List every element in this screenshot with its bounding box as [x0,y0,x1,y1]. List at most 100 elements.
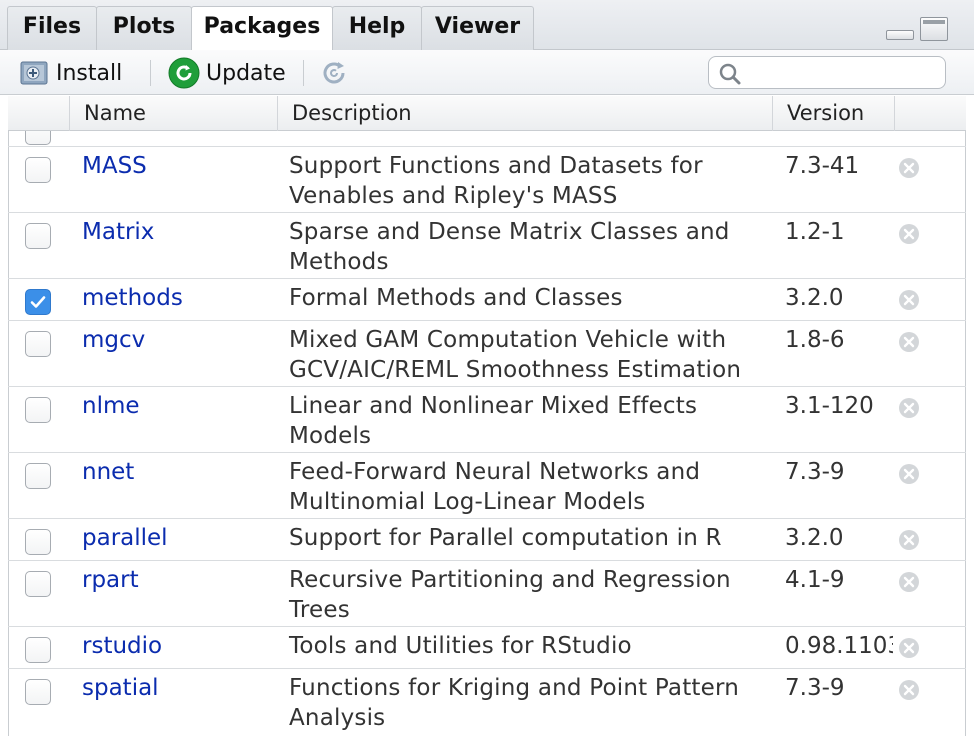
remove-icon[interactable] [898,331,920,353]
header-checkbox-column [8,96,69,131]
table-row: Matrix Sparse and Dense Matrix Classes a… [8,213,966,279]
package-version: 4.1-9 [785,567,845,593]
table-row: rstudio Tools and Utilities for RStudio … [8,627,966,669]
package-description: Mixed GAM Computation Vehicle with [289,327,727,353]
packages-toolbar: Install Update [0,50,974,95]
package-checkbox[interactable] [25,157,51,183]
package-description: Tools and Utilities for RStudio [289,633,632,659]
package-checkbox[interactable] [25,571,51,597]
table-row: rpart Recursive Partitioning and Regress… [8,561,966,627]
table-row [8,131,966,147]
header-version[interactable]: Version [772,96,894,131]
remove-icon[interactable] [898,637,920,659]
table-row: parallel Support for Parallel computatio… [8,519,966,561]
search-icon [719,63,741,85]
table-header: Name Description Version [8,96,966,131]
tab-help[interactable]: Help [332,6,422,50]
tab-files[interactable]: Files [7,6,97,50]
remove-icon[interactable] [898,529,920,551]
package-version: 3.2.0 [785,525,844,551]
package-name-link[interactable]: parallel [82,523,168,553]
remove-icon[interactable] [898,397,920,419]
package-version: 0.98.1103 [785,633,893,659]
header-description[interactable]: Description [277,96,772,131]
update-icon [168,57,200,89]
package-version: 3.1-120 [785,393,874,419]
package-description: Functions for Kriging and Point Pattern [289,675,740,701]
package-description: Analysis [289,705,386,731]
package-description: Linear and Nonlinear Mixed Effects [289,393,698,419]
package-description: Recursive Partitioning and Regression [289,567,731,593]
package-description: Support Functions and Datasets for [289,153,703,179]
package-version: 1.8-6 [785,327,845,353]
header-name[interactable]: Name [69,96,277,131]
package-description: Feed-Forward Neural Networks and [289,459,701,485]
tab-packages[interactable]: Packages [191,6,333,51]
package-version: 3.2.0 [785,285,844,311]
package-name-link[interactable]: rstudio [82,631,162,661]
remove-icon[interactable] [898,463,920,485]
window-controls [886,16,952,42]
package-checkbox[interactable] [25,131,51,145]
package-description: Models [289,423,372,449]
package-checkbox[interactable] [25,637,51,663]
package-version: 7.3-9 [785,675,845,701]
table-row: methods Formal Methods and Classes 3.2.0 [8,279,966,321]
remove-icon[interactable] [898,157,920,179]
package-description: Methods [289,249,389,275]
remove-icon[interactable] [898,679,920,701]
install-icon [20,61,48,85]
update-label: Update [206,60,286,86]
install-label: Install [56,60,123,86]
package-description: Formal Methods and Classes [289,285,623,311]
package-name-link[interactable]: MASS [82,151,147,181]
package-checkbox[interactable] [25,223,51,249]
package-version: 7.3-41 [785,153,860,179]
remove-icon[interactable] [898,571,920,593]
tab-plots[interactable]: Plots [96,6,192,50]
table-row: mgcv Mixed GAM Computation Vehicle with … [8,321,966,387]
package-name-link[interactable]: mgcv [82,325,145,355]
package-description: GCV/AIC/REML Smoothness Estimation [289,357,742,383]
package-name-link[interactable]: nlme [82,391,140,421]
packages-table: MASS Support Functions and Datasets for … [8,131,966,736]
search-box [708,56,946,89]
package-description: Support for Parallel computation in R [289,525,722,551]
remove-icon[interactable] [898,223,920,245]
package-description: Sparse and Dense Matrix Classes and [289,219,730,245]
minimize-button[interactable] [886,30,914,40]
maximize-button[interactable] [920,17,948,41]
package-checkbox[interactable] [25,679,51,705]
table-row: spatial Functions for Kriging and Point … [8,669,966,735]
toolbar-divider [303,60,304,86]
package-name-link[interactable]: methods [82,283,183,313]
install-button[interactable]: Install [20,58,122,88]
package-checkbox[interactable] [25,289,51,315]
package-name-link[interactable]: spatial [82,673,159,703]
header-actions [894,96,966,131]
tab-viewer[interactable]: Viewer [421,6,534,50]
remove-icon[interactable] [898,289,920,311]
refresh-button[interactable] [318,58,350,88]
package-name-link[interactable]: nnet [82,457,134,487]
package-name-link[interactable]: Matrix [82,217,154,247]
package-name-link[interactable]: rpart [82,565,139,595]
refresh-icon [323,62,345,84]
package-version: 7.3-9 [785,459,845,485]
package-description: Multinomial Log-Linear Models [289,489,646,515]
package-description: Trees [289,597,350,623]
checkmark-icon [30,296,46,308]
table-row: nnet Feed-Forward Neural Networks and Mu… [8,453,966,519]
toolbar-divider [150,60,151,86]
package-checkbox[interactable] [25,397,51,423]
package-version: 1.2-1 [785,219,845,245]
package-description: Venables and Ripley's MASS [289,183,618,209]
update-button[interactable]: Update [168,57,286,89]
package-checkbox[interactable] [25,463,51,489]
search-input[interactable] [749,60,939,85]
pane-tab-bar: Files Plots Packages Help Viewer [0,0,974,51]
table-row: nlme Linear and Nonlinear Mixed Effects … [8,387,966,453]
package-checkbox[interactable] [25,331,51,357]
table-row: MASS Support Functions and Datasets for … [8,147,966,213]
package-checkbox[interactable] [25,529,51,555]
